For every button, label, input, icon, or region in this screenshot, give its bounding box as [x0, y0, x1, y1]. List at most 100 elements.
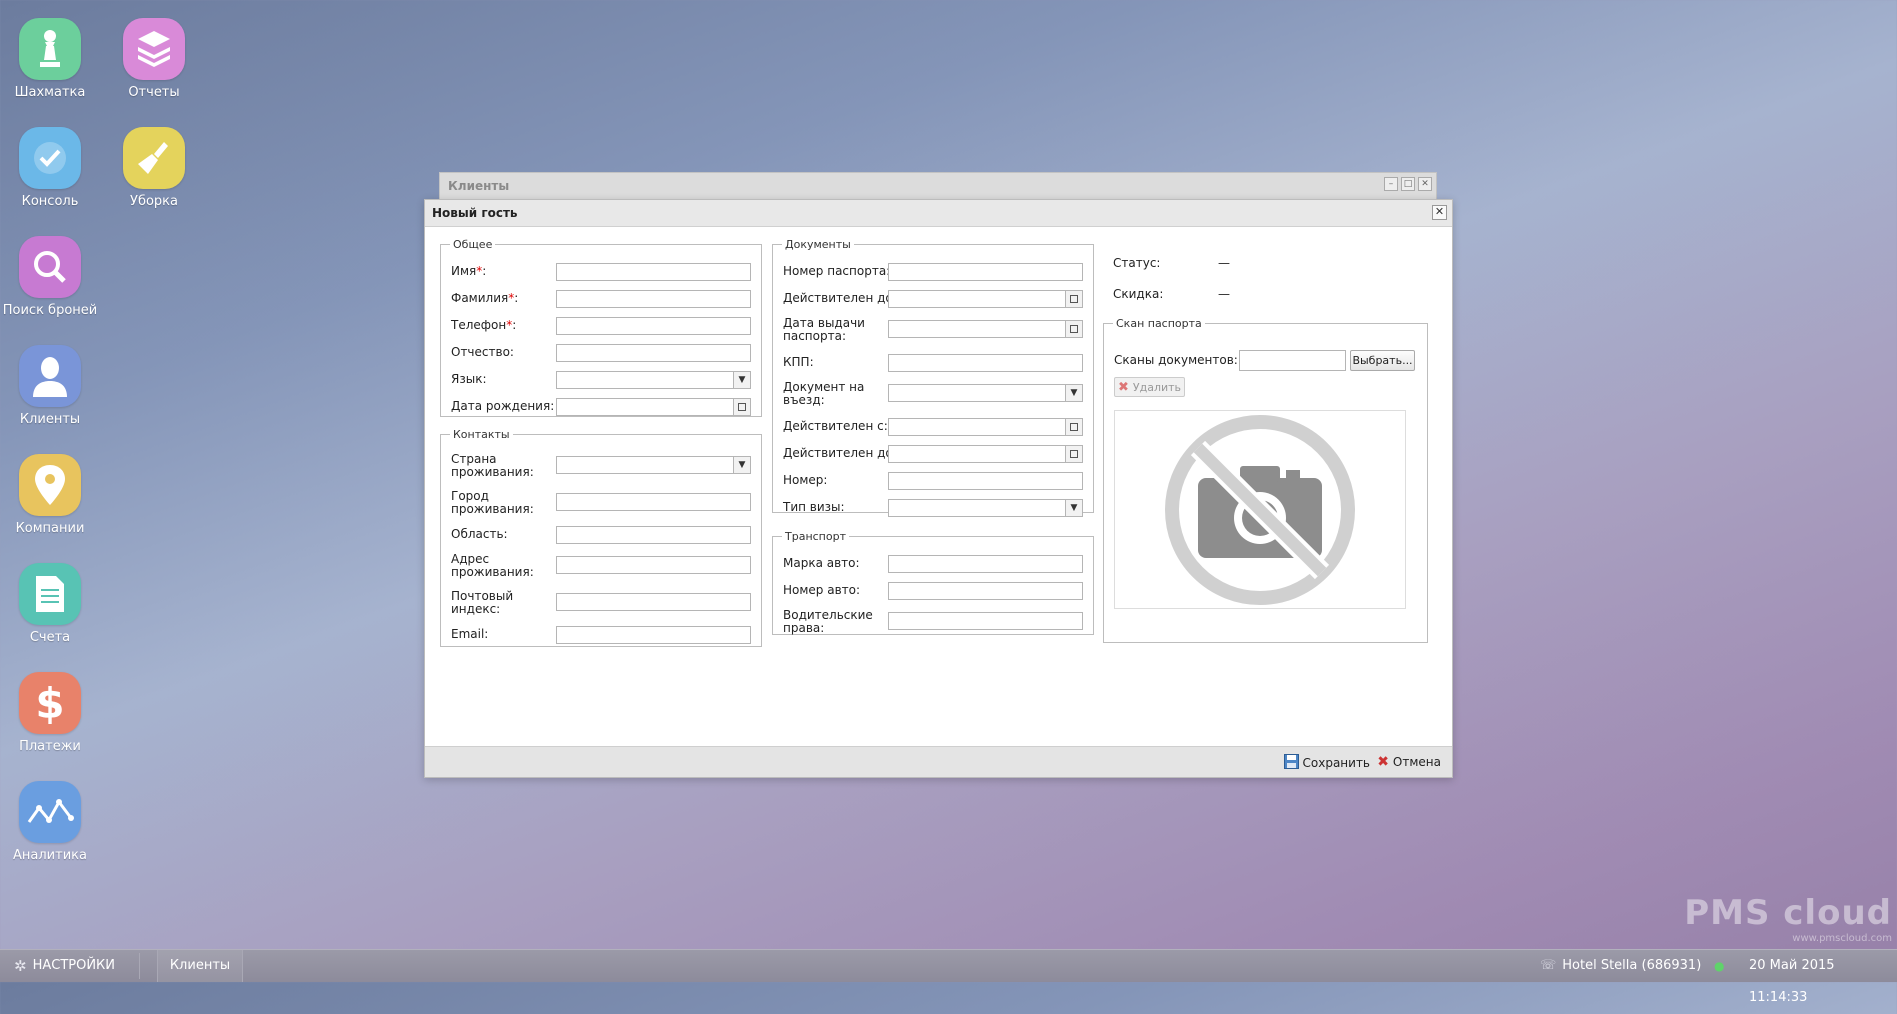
valid-from-input[interactable]: [888, 418, 1083, 436]
desktop-icon-platezhi[interactable]: $ Платежи: [0, 672, 100, 754]
choose-file-button[interactable]: Выбрать...: [1350, 350, 1415, 371]
calendar-icon[interactable]: [1065, 321, 1082, 337]
car-brand-label: Марка авто:: [783, 556, 860, 570]
document-icon: [19, 563, 81, 625]
birth-date-input[interactable]: [556, 398, 751, 416]
save-button[interactable]: Сохранить: [1283, 754, 1371, 772]
taskbar-divider: [139, 953, 140, 979]
dollar-icon: $: [19, 672, 81, 734]
calendar-icon[interactable]: [1065, 446, 1082, 462]
desktop-icon-konsol[interactable]: Консоль: [0, 127, 100, 209]
passport-scan-legend: Скан паспорта: [1116, 317, 1202, 330]
passport-issue-date-input[interactable]: [888, 320, 1083, 338]
car-number-input[interactable]: [888, 582, 1083, 600]
driver-license-input[interactable]: [888, 612, 1083, 630]
discount-value: —: [1218, 287, 1230, 301]
desktop-icon-label: Платежи: [19, 739, 81, 754]
settings-button[interactable]: ✲ НАСТРОЙКИ: [14, 950, 115, 982]
desktop-icon-kompanii[interactable]: Компании: [0, 454, 100, 536]
patronymic-label: Отчество:: [451, 345, 514, 359]
phone-label: Телефон*:: [451, 318, 517, 332]
last-name-input[interactable]: [556, 290, 751, 308]
scan-preview: [1114, 410, 1406, 609]
desktop-icon-poisk-broney[interactable]: Поиск броней: [0, 236, 100, 318]
chevron-down-icon[interactable]: ▼: [733, 457, 750, 473]
valid-until-input[interactable]: [888, 445, 1083, 463]
contacts-legend: Контакты: [453, 428, 510, 441]
country-select[interactable]: ▼: [556, 456, 751, 474]
checkmark-icon: [19, 127, 81, 189]
new-guest-dialog: Новый гость ✕ Общее Имя*: Фамилия*: Теле…: [424, 199, 1453, 778]
hotel-label: Hotel Stella (686931): [1562, 958, 1702, 973]
passport-scan-fieldset: Скан паспорта Сканы документов: Выбрать.…: [1103, 317, 1428, 643]
minimize-button[interactable]: –: [1384, 177, 1398, 191]
taskbar-item-clients[interactable]: Клиенты: [157, 950, 243, 982]
scans-file-input[interactable]: [1239, 350, 1346, 371]
patronymic-input[interactable]: [556, 344, 751, 362]
taskbar: ✲ НАСТРОЙКИ Клиенты ☏ Hotel Stella (6869…: [0, 949, 1897, 1005]
map-pin-icon: [19, 454, 81, 516]
maximize-button[interactable]: □: [1401, 177, 1415, 191]
car-brand-input[interactable]: [888, 555, 1083, 573]
desktop-icon-scheta[interactable]: Счета: [0, 563, 100, 645]
first-name-input[interactable]: [556, 263, 751, 281]
desktop-icon-klienty[interactable]: Клиенты: [0, 345, 100, 427]
calendar-icon[interactable]: [1065, 419, 1082, 435]
person-icon: [19, 345, 81, 407]
passport-valid-until-input[interactable]: [888, 290, 1083, 308]
postal-code-input[interactable]: [556, 593, 751, 611]
visa-type-select[interactable]: ▼: [888, 499, 1083, 517]
desktop-icon-label: Поиск броней: [2, 303, 98, 318]
calendar-icon[interactable]: [733, 399, 750, 415]
address-input[interactable]: [556, 556, 751, 574]
address-label: Адрес проживания:: [451, 552, 534, 579]
birth-date-label: Дата рождения:: [451, 399, 555, 413]
desktop-icon-label: Шахматка: [14, 85, 86, 100]
close-icon[interactable]: ✕: [1432, 205, 1447, 220]
language-select[interactable]: ▼: [556, 371, 751, 389]
country-label: Страна проживания:: [451, 452, 534, 479]
passport-number-input[interactable]: [888, 263, 1083, 281]
online-status-icon: ●: [1714, 959, 1725, 973]
driver-license-label: Водительские права:: [783, 608, 873, 635]
email-field[interactable]: [556, 626, 751, 644]
dialog-footer: Сохранить ✖ Отмена: [425, 746, 1452, 777]
phone-input[interactable]: [556, 317, 751, 335]
email-label: Email:: [451, 627, 489, 641]
desktop-icon-label: Отчеты: [128, 85, 180, 100]
desktop-icon-uborka[interactable]: Уборка: [104, 127, 204, 209]
delete-scan-label: Удалить: [1132, 380, 1182, 394]
desktop-icon-analitika[interactable]: Аналитика: [0, 781, 100, 863]
passport-valid-until-label: Действителен до:: [783, 291, 897, 305]
clients-window[interactable]: Клиенты – □ ✕: [439, 172, 1437, 202]
dialog-title: Новый гость: [432, 206, 518, 220]
save-label: Сохранить: [1302, 756, 1371, 770]
chevron-down-icon[interactable]: ▼: [1065, 500, 1082, 516]
chart-line-icon: [19, 781, 81, 843]
postal-code-label: Почтовый индекс:: [451, 589, 514, 616]
chevron-down-icon[interactable]: ▼: [733, 372, 750, 388]
desktop-icon-otchety[interactable]: Отчеты: [104, 18, 204, 100]
city-input[interactable]: [556, 493, 751, 511]
cancel-button[interactable]: ✖ Отмена: [1377, 754, 1441, 770]
last-name-label: Фамилия*:: [451, 291, 519, 305]
valid-until-label: Действителен до:: [783, 446, 897, 460]
hotel-indicator: ☏ Hotel Stella (686931): [1540, 950, 1701, 982]
broom-icon: [123, 127, 185, 189]
desktop-icon-label: Клиенты: [19, 412, 81, 427]
settings-label: НАСТРОЙКИ: [32, 958, 116, 973]
contacts-fieldset: Контакты Страна проживания: ▼ Город прож…: [440, 428, 762, 647]
delete-scan-button[interactable]: ✖ Удалить: [1114, 377, 1185, 397]
kpp-input[interactable]: [888, 354, 1083, 372]
close-button[interactable]: ✕: [1418, 177, 1432, 191]
region-label: Область:: [451, 527, 508, 541]
calendar-icon[interactable]: [1065, 291, 1082, 307]
transport-fieldset: Транспорт Марка авто: Номер авто: Водите…: [772, 530, 1094, 635]
entry-document-select[interactable]: ▼: [888, 384, 1083, 402]
gear-icon: ✲: [14, 957, 27, 975]
desktop-icon-shahmatka[interactable]: Шахматка: [0, 18, 100, 100]
region-input[interactable]: [556, 526, 751, 544]
chevron-down-icon[interactable]: ▼: [1065, 385, 1082, 401]
passport-number-label: Номер паспорта:: [783, 264, 891, 278]
document-number-input[interactable]: [888, 472, 1083, 490]
